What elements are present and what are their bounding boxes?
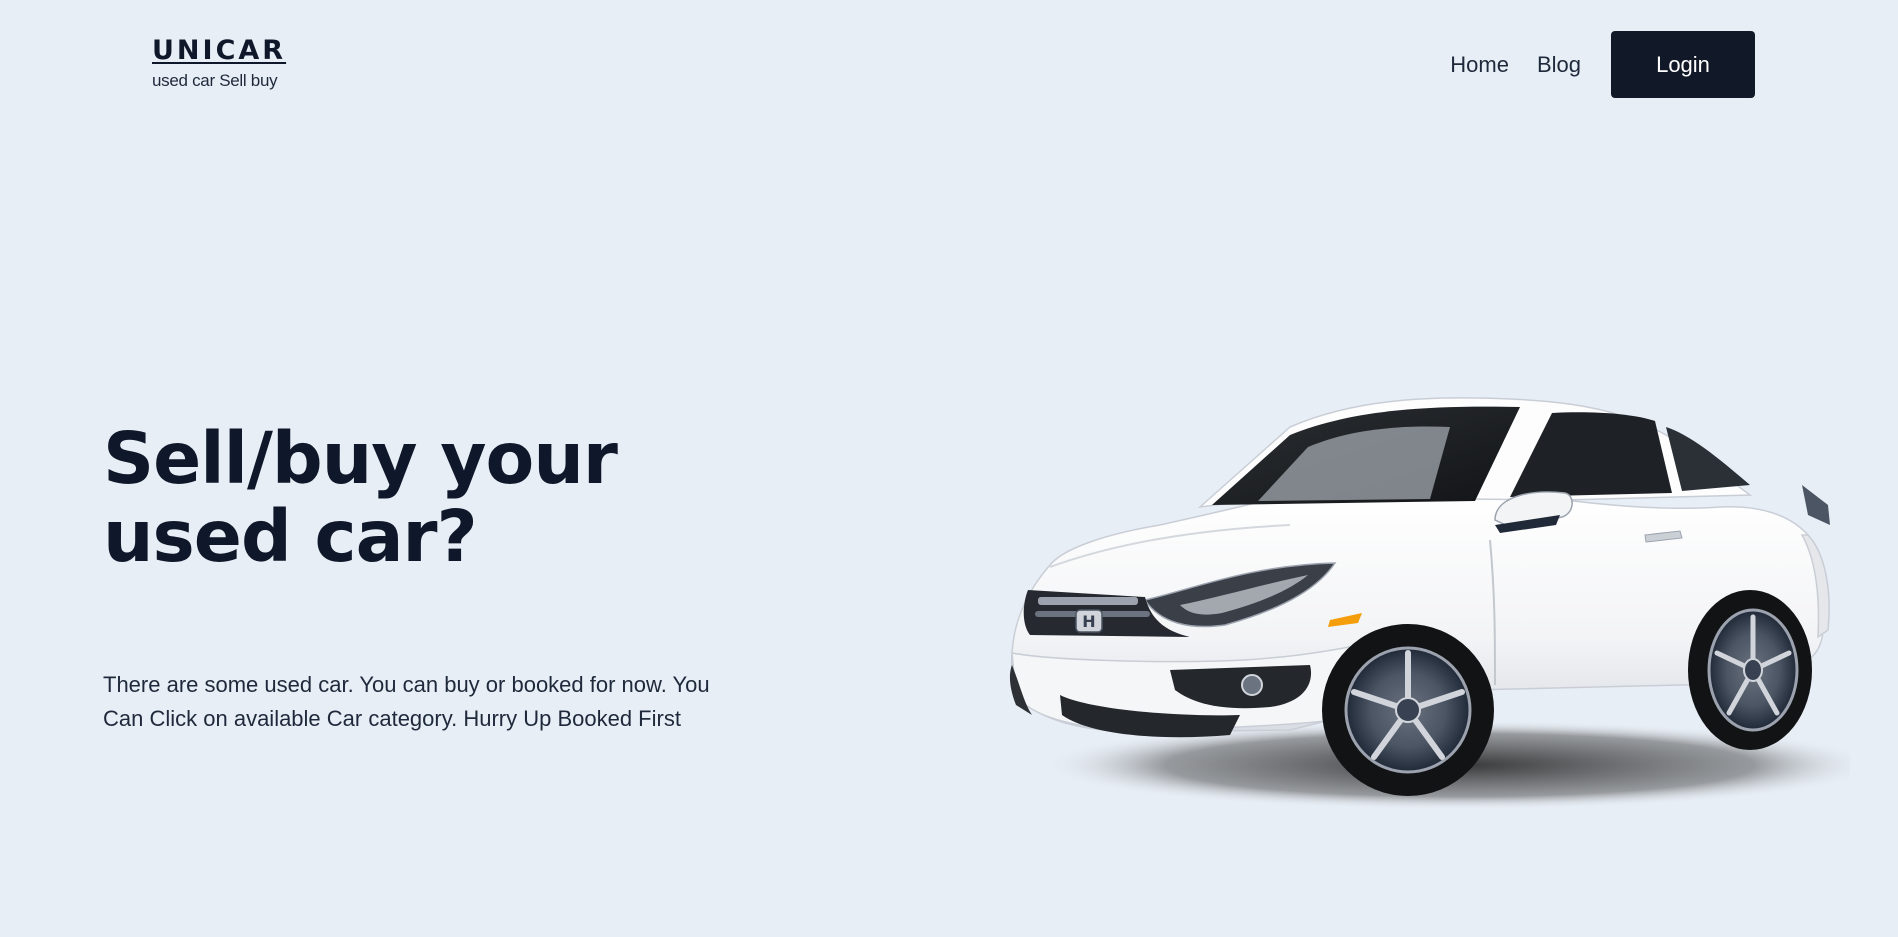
car-rear-wheel: [1688, 590, 1812, 750]
main-nav: Home Blog Login: [1450, 31, 1755, 98]
car-taillight: [1802, 485, 1830, 525]
car-image: H: [1009, 397, 1850, 810]
login-button[interactable]: Login: [1611, 31, 1755, 98]
nav-home-link[interactable]: Home: [1450, 52, 1509, 78]
grille-chrome: [1038, 597, 1138, 605]
brand-name: UNICAR: [152, 35, 287, 66]
honda-badge: H: [1075, 609, 1103, 633]
hero-title: Sell/buy your used car?: [103, 417, 618, 578]
nav-blog-link[interactable]: Blog: [1537, 52, 1581, 78]
svg-text:H: H: [1082, 612, 1095, 631]
hero-description: There are some used car. You can buy or …: [103, 672, 710, 731]
brand-tagline: used car Sell buy: [152, 71, 278, 90]
brand-logo[interactable]: UNICAR used car Sell buy: [152, 36, 286, 91]
fog-light: [1241, 674, 1263, 696]
car-front-wheel: [1322, 624, 1494, 796]
